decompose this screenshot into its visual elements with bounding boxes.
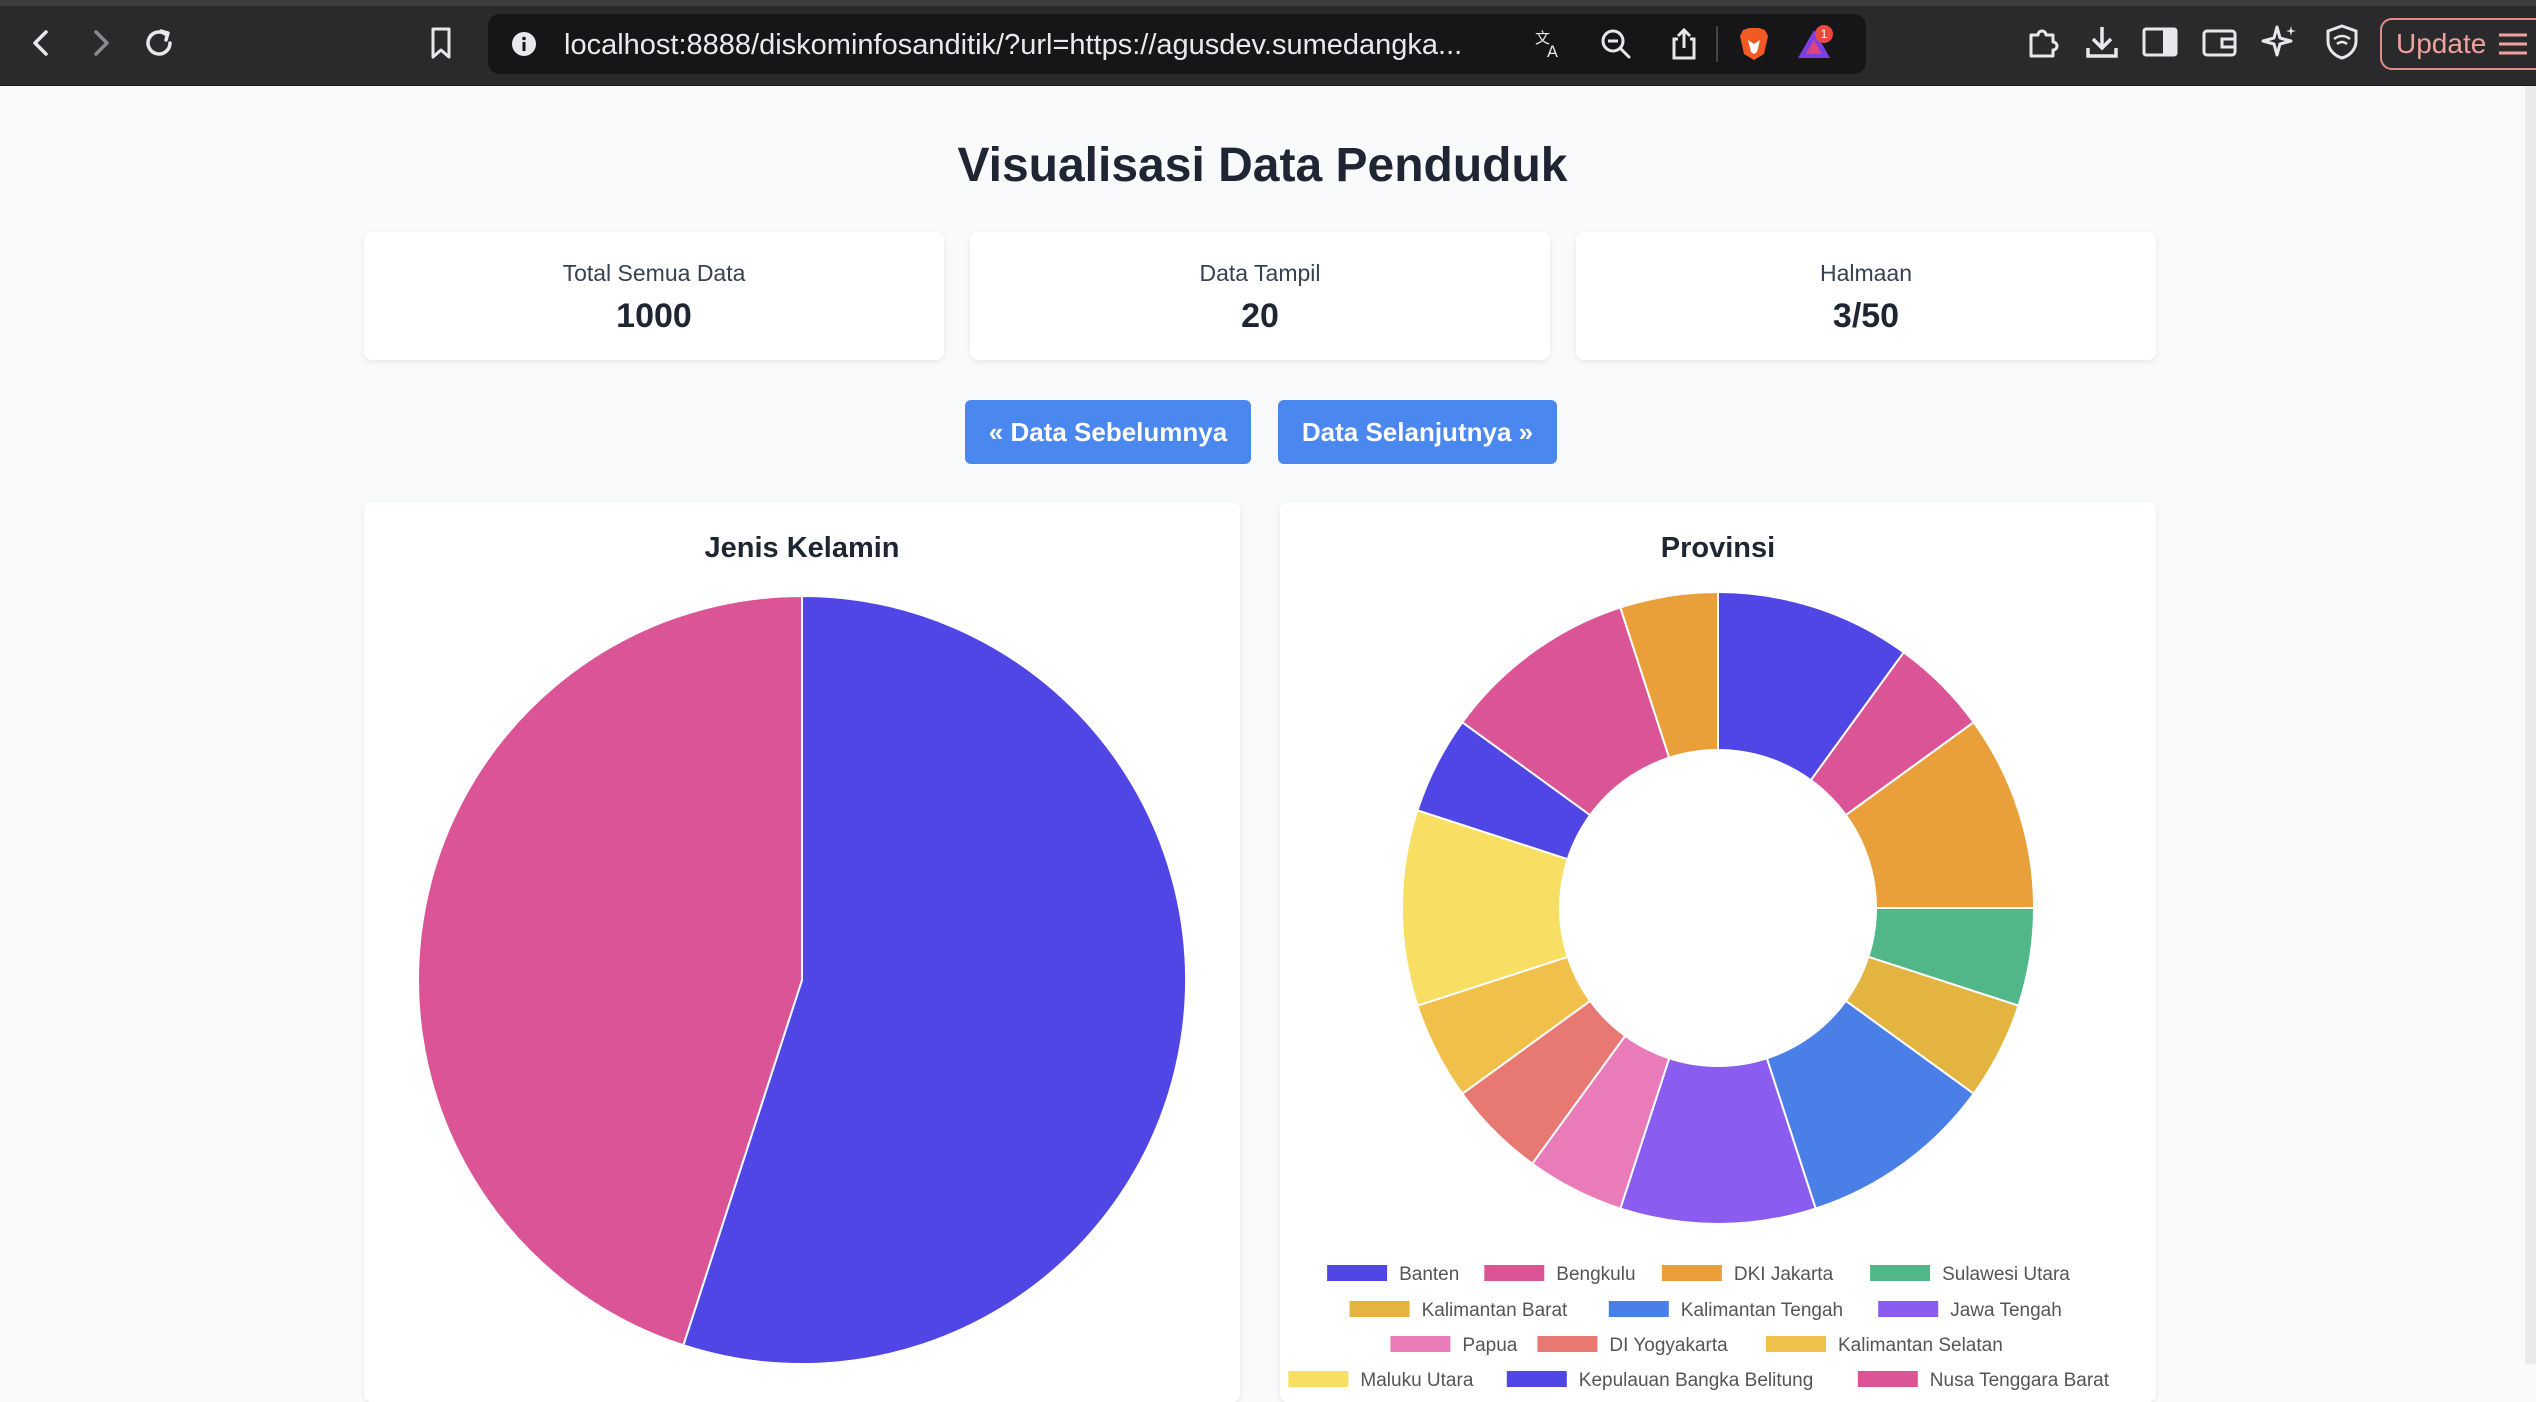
notification-badge: 1 — [1821, 27, 1828, 41]
sidebar-toggle-icon[interactable] — [2138, 20, 2182, 64]
page-scrollbar[interactable] — [2525, 86, 2536, 1364]
site-info-icon[interactable] — [504, 24, 544, 64]
stat-label: Halmaan — [1819, 260, 1913, 286]
province-doughnut-chart: Banten Bengkulu DKI Jakarta Sulawesi Utara K… — [1288, 590, 2110, 1391]
stat-value: 1000 — [616, 297, 692, 335]
update-label: Update — [2396, 28, 2487, 59]
download-icon[interactable] — [2080, 20, 2124, 64]
legend-swatch — [1349, 1301, 1410, 1317]
chevron-left-icon — [33, 30, 48, 56]
legend-label[interactable]: Papua — [1462, 1335, 1517, 1356]
page-title: Visualisasi Data Penduduk — [957, 139, 1568, 192]
province-chart-card: Provinsi Banten Bengkulu DKI Jakarta Sulawe… — [1280, 502, 2156, 1402]
forward-button[interactable] — [76, 18, 126, 68]
legend-swatch — [1857, 1371, 1918, 1387]
svg-text:A: A — [1547, 42, 1558, 61]
zoom-out-icon[interactable] — [1596, 24, 1636, 64]
legend-swatch — [1870, 1265, 1931, 1281]
legend-label[interactable]: Bengkulu — [1556, 1264, 1635, 1285]
next-data-button[interactable]: Data Selanjutnya » — [1278, 400, 1557, 464]
gender-pie-chart — [417, 594, 1187, 1365]
legend-label[interactable]: Maluku Utara — [1360, 1370, 1473, 1391]
prev-data-button[interactable]: « Data Sebelumnya — [965, 400, 1251, 464]
menu-icon — [2499, 33, 2528, 55]
tab-strip-edge — [0, 0, 2536, 6]
legend-swatch — [1288, 1371, 1349, 1387]
vpn-shield-icon[interactable] — [2320, 20, 2364, 64]
stat-value: 20 — [1241, 297, 1279, 335]
stat-card-page: Halmaan 3/50 — [1576, 232, 2156, 360]
brave-shields-icon[interactable] — [1734, 24, 1774, 64]
legend-swatch — [1878, 1301, 1939, 1317]
legend-label[interactable]: Nusa Tenggara Barat — [1930, 1370, 2110, 1391]
reload-button[interactable] — [134, 18, 184, 68]
divider — [1716, 26, 1718, 62]
legend-label[interactable]: Sulawesi Utara — [1942, 1264, 2070, 1285]
back-button[interactable] — [16, 18, 66, 68]
address-bar[interactable]: localhost:8888/diskominfosanditik/?url=h… — [488, 14, 1866, 74]
legend-swatch — [1766, 1336, 1826, 1352]
bookmark-icon — [431, 27, 451, 59]
legend-label[interactable]: Jawa Tengah — [1950, 1300, 2062, 1321]
bookmark-button[interactable] — [416, 18, 466, 68]
url-text[interactable]: localhost:8888/diskominfosanditik/?url=h… — [564, 29, 1524, 62]
extensions-icon[interactable] — [2022, 20, 2066, 64]
brave-rewards-icon[interactable]: 1 — [1794, 24, 1834, 64]
stat-card-shown: Data Tampil 20 — [970, 232, 1550, 360]
browser-toolbar: localhost:8888/diskominfosanditik/?url=h… — [0, 0, 2536, 86]
wallet-icon[interactable] — [2198, 20, 2242, 64]
stat-label: Total Semua Data — [562, 260, 746, 286]
update-button[interactable]: Update — [2380, 18, 2536, 70]
translate-icon[interactable]: 文A — [1530, 24, 1570, 64]
legend-label[interactable]: DI Yogyakarta — [1609, 1335, 1728, 1356]
share-icon[interactable] — [1664, 24, 1704, 64]
legend-swatch — [1537, 1336, 1598, 1352]
leo-ai-icon[interactable] — [2258, 20, 2302, 64]
legend-swatch — [1327, 1265, 1388, 1281]
stat-value: 3/50 — [1832, 297, 1900, 335]
legend-swatch — [1390, 1336, 1451, 1352]
stat-label: Data Tampil — [1199, 260, 1321, 286]
legend-swatch — [1608, 1301, 1669, 1317]
stat-card-total: Total Semua Data 1000 — [364, 232, 944, 360]
legend-label[interactable]: Kalimantan Tengah — [1681, 1300, 1843, 1321]
legend-label[interactable]: Kepulauan Bangka Belitung — [1579, 1370, 1814, 1391]
legend-swatch — [1506, 1371, 1567, 1387]
legend-swatch — [1661, 1265, 1722, 1281]
gender-chart-card: Jenis Kelamin — [364, 502, 1240, 1402]
chevron-right-icon — [94, 30, 109, 56]
legend-label[interactable]: Kalimantan Selatan — [1838, 1335, 2003, 1356]
legend-swatch — [1484, 1265, 1545, 1281]
legend-label[interactable]: Banten — [1399, 1264, 1459, 1285]
reload-icon — [146, 29, 172, 56]
legend-label[interactable]: Kalimantan Barat — [1422, 1300, 1568, 1321]
legend-label[interactable]: DKI Jakarta — [1734, 1264, 1834, 1285]
page-content: Visualisasi Data Penduduk Total Semua Da… — [0, 86, 2525, 1402]
